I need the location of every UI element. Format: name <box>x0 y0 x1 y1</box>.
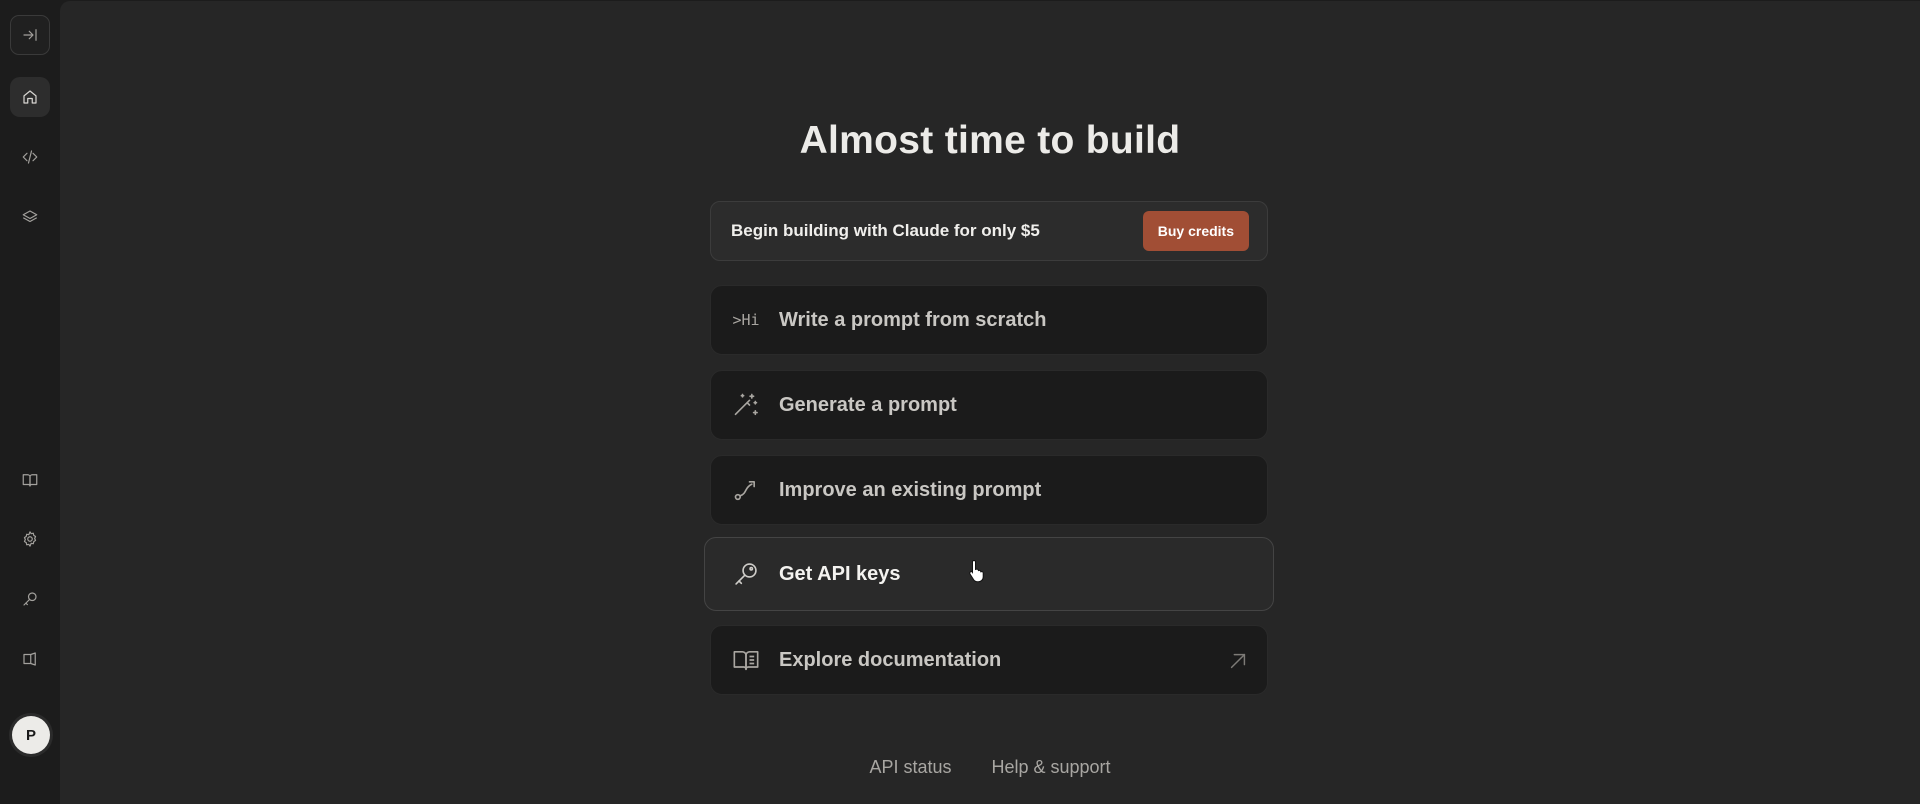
magic-wand-icon <box>731 390 761 420</box>
write-prompt-label: Write a prompt from scratch <box>779 308 1047 331</box>
get-api-keys-label: Get API keys <box>779 562 901 585</box>
improve-prompt-label: Improve an existing prompt <box>779 478 1042 501</box>
layers-icon <box>22 210 38 223</box>
generate-prompt-label: Generate a prompt <box>779 393 957 416</box>
arrow-up-right-icon <box>1230 653 1246 669</box>
sidebar-item-announcements[interactable] <box>10 639 50 679</box>
main-content: Almost time to build Begin building with… <box>60 1 1920 804</box>
book-icon <box>22 474 38 487</box>
page-title: Almost time to build <box>799 119 1181 162</box>
buy-credits-button[interactable]: Buy credits <box>1142 211 1249 251</box>
generate-prompt-card[interactable]: Generate a prompt <box>710 370 1268 440</box>
collapse-sidebar-button[interactable] <box>10 15 50 55</box>
footer-links: API status Help & support <box>60 757 1920 778</box>
write-prompt-card[interactable]: >Hi Write a prompt from scratch <box>710 285 1268 355</box>
prompt-hi-icon: >Hi <box>731 305 761 335</box>
sidebar-item-settings[interactable] <box>10 519 50 559</box>
avatar[interactable]: P <box>12 716 50 754</box>
prompt-hi-icon-text: >Hi <box>732 311 760 329</box>
collapse-sidebar-icon <box>23 29 37 41</box>
avatar-initial: P <box>25 726 36 744</box>
key-icon <box>731 559 761 589</box>
sidebar-item-projects[interactable] <box>10 197 50 237</box>
sidebar: P <box>0 0 60 804</box>
gear-icon <box>23 531 37 547</box>
explore-docs-label: Explore documentation <box>779 648 1002 671</box>
route-icon <box>731 475 761 505</box>
get-api-keys-card[interactable]: Get API keys <box>704 537 1274 611</box>
credit-banner: Begin building with Claude for only $5 B… <box>710 201 1268 261</box>
api-status-link[interactable]: API status <box>869 757 951 778</box>
code-icon <box>22 150 38 164</box>
help-support-link[interactable]: Help & support <box>991 757 1110 778</box>
home-icon <box>23 90 37 104</box>
sidebar-item-docs[interactable] <box>10 460 50 500</box>
sidebar-item-api-keys[interactable] <box>10 579 50 619</box>
app-window: P Almost time to build Begin building wi… <box>0 0 1920 804</box>
explore-docs-card[interactable]: Explore documentation <box>710 625 1268 695</box>
megaphone-icon <box>23 652 36 666</box>
hand-pointer-cursor-icon <box>969 559 984 583</box>
credit-banner-text: Begin building with Claude for only $5 <box>731 221 1040 240</box>
book-open-icon <box>731 645 761 675</box>
sidebar-item-home[interactable] <box>10 77 50 117</box>
sidebar-item-workbench[interactable] <box>10 137 50 177</box>
improve-prompt-card[interactable]: Improve an existing prompt <box>710 455 1268 525</box>
key-icon <box>23 592 37 606</box>
